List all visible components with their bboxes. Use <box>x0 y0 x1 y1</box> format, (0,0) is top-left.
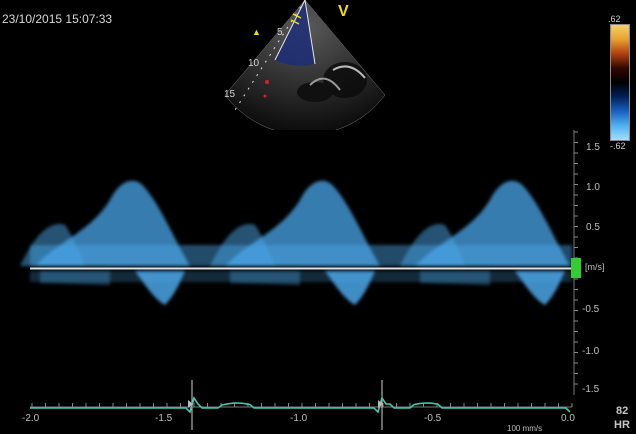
velocity-tick: -1.0 <box>582 346 600 357</box>
baseline-marker[interactable] <box>571 258 581 278</box>
heart-rate-label: HR <box>614 419 630 431</box>
velocity-tick: -1.5 <box>582 384 600 395</box>
doppler-envelope <box>20 224 85 266</box>
time-tick: -1.0 <box>290 413 308 424</box>
ecg-trace <box>30 396 571 414</box>
time-tick: -0.5 <box>424 413 442 424</box>
velocity-tick: 0.5 <box>586 222 600 233</box>
spectral-doppler-trace <box>20 130 578 430</box>
time-tick: 0.0 <box>561 413 575 424</box>
velocity-tick: 1.5 <box>586 142 600 153</box>
sweep-speed: 100 mm/s <box>507 424 543 433</box>
velocity-tick: 1.0 <box>586 182 600 193</box>
doppler-envelope <box>30 271 572 282</box>
time-tick: -2.0 <box>22 413 40 424</box>
velocity-unit: [m/s] <box>585 262 605 272</box>
time-tick: -1.5 <box>155 413 173 424</box>
heart-rate-value: 82 <box>616 405 629 417</box>
velocity-tick: -0.5 <box>582 304 600 315</box>
